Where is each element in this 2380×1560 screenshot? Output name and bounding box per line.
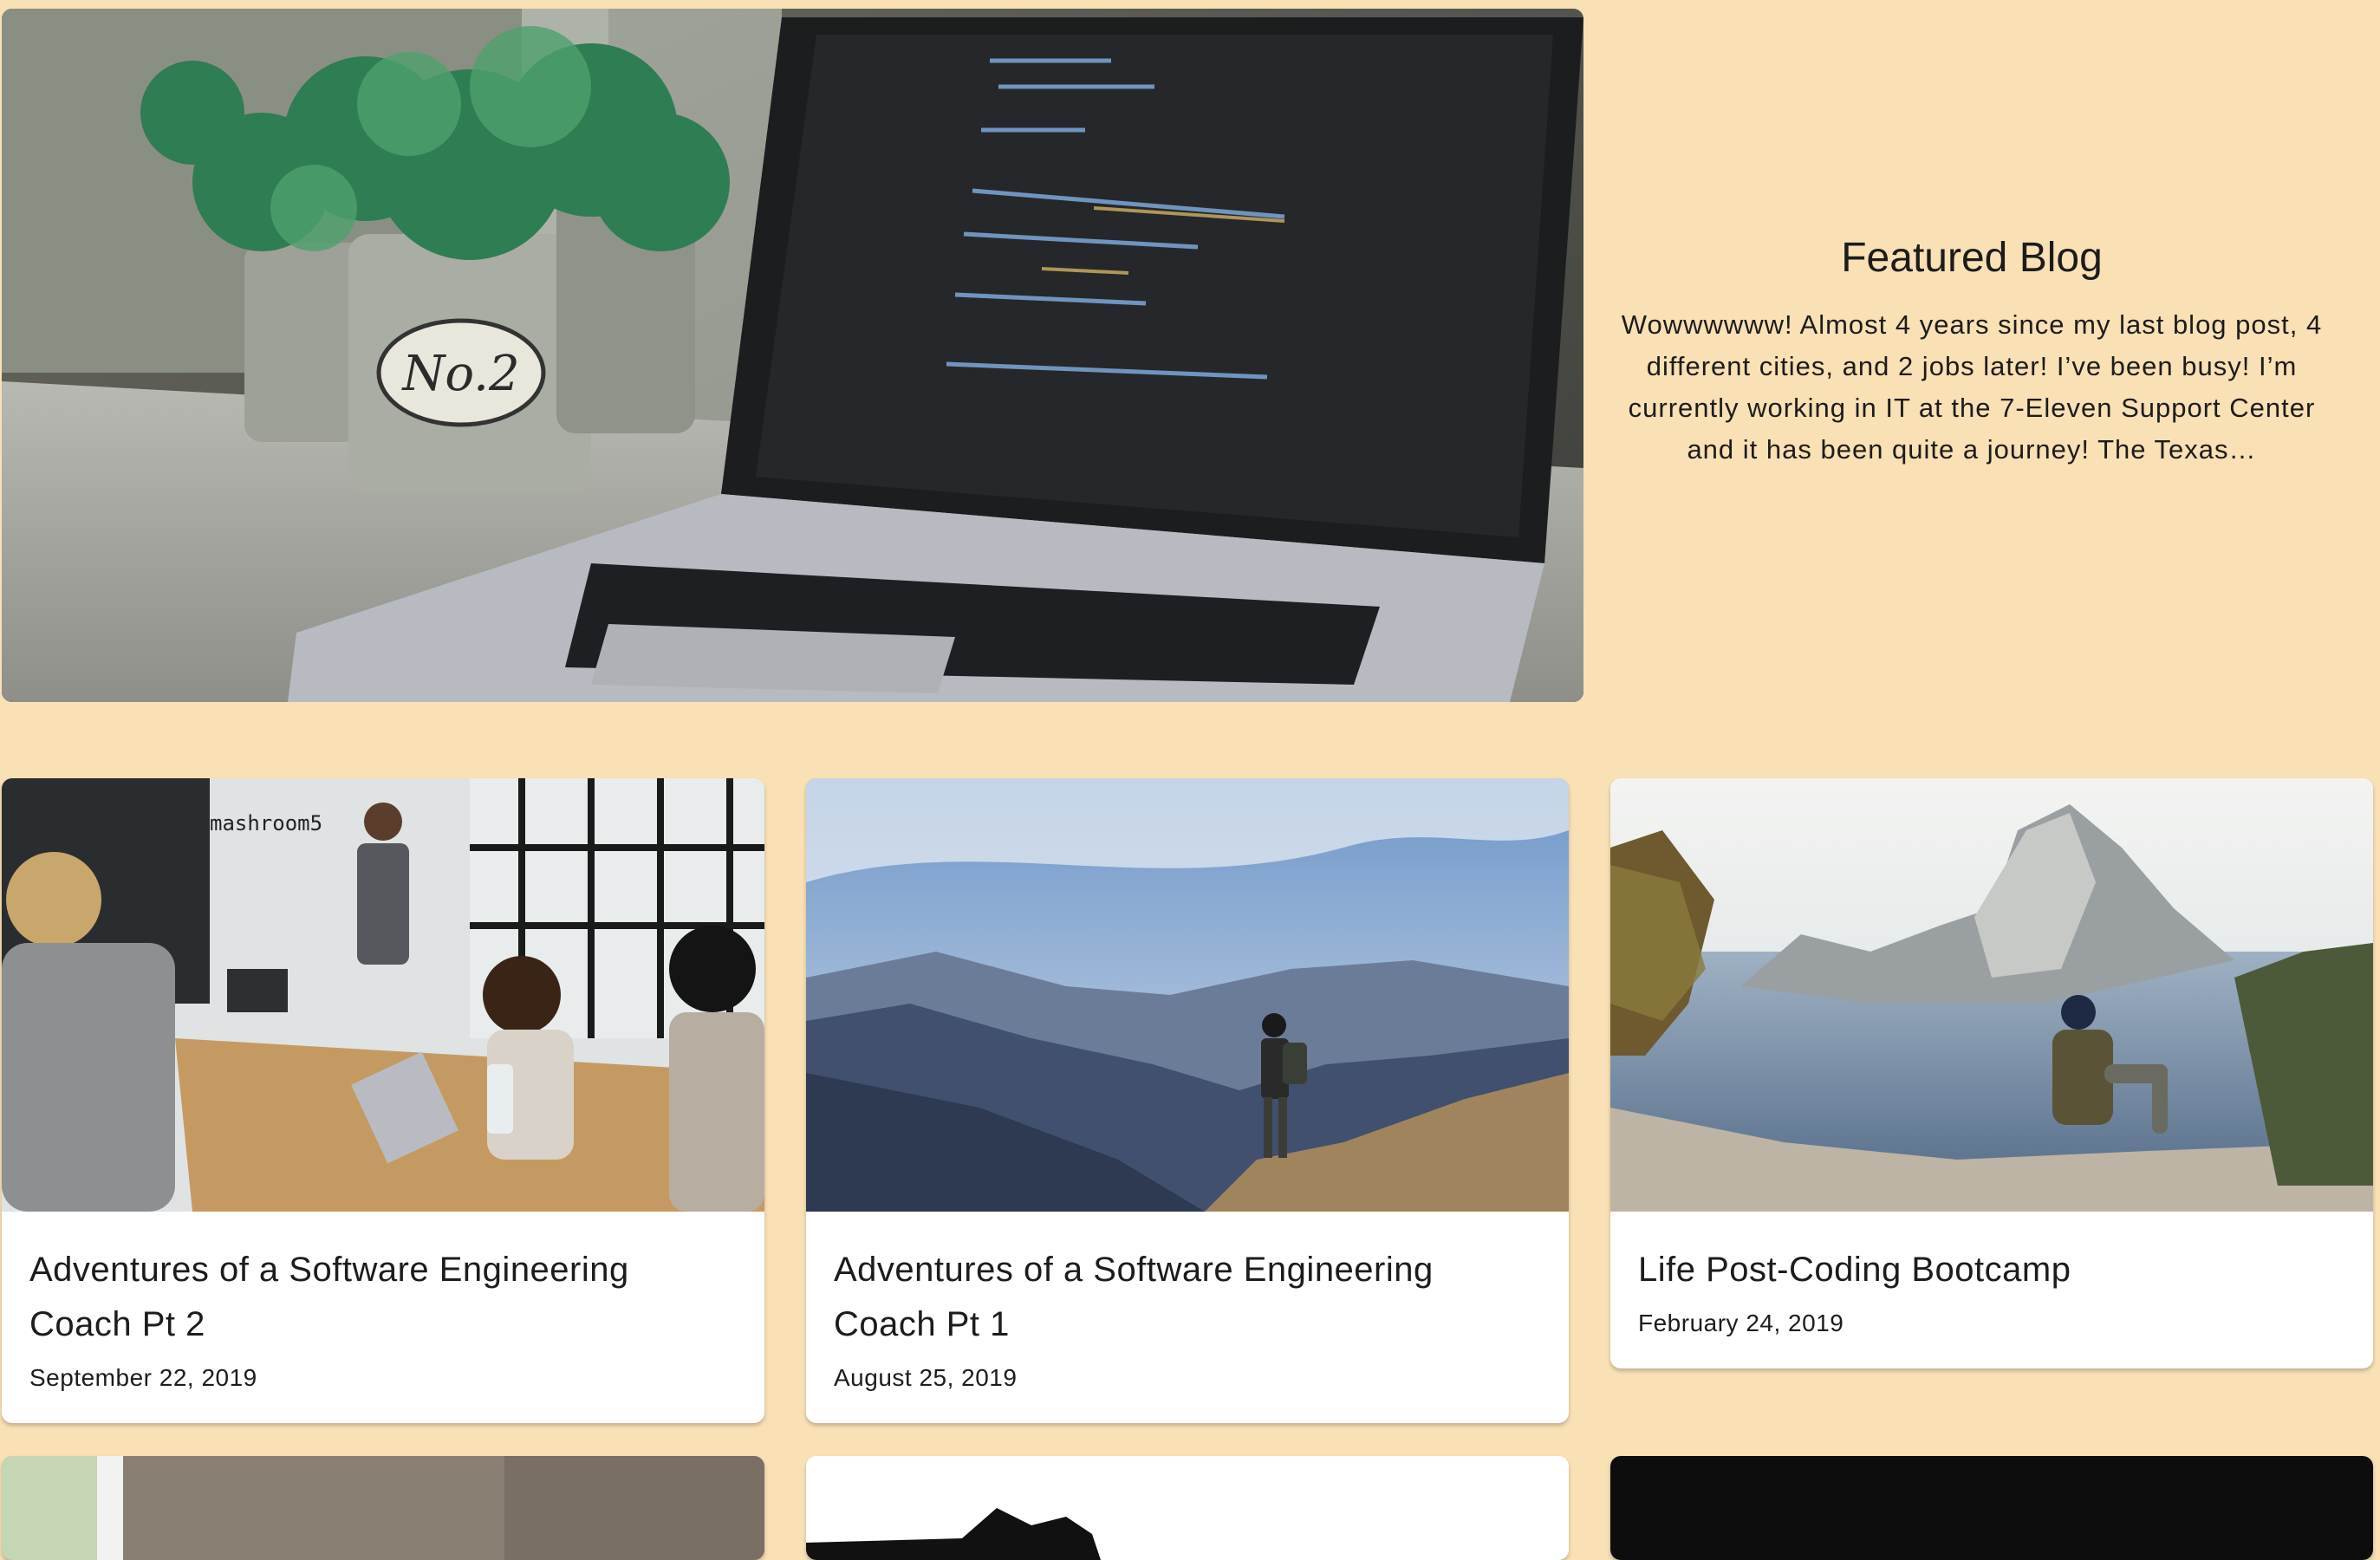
blog-card[interactable]: Adventures of a Software Engineering Coa… [806, 778, 1569, 1423]
blog-card-title[interactable]: Life Post-Coding Bootcamp [1638, 1243, 2345, 1297]
featured-blog-image[interactable]: No.2 [2, 9, 1583, 702]
featured-image-label: No.2 [400, 346, 519, 402]
blog-card-image[interactable] [806, 778, 1569, 1212]
blog-card-date: September 22, 2019 [29, 1364, 257, 1391]
blog-card-image[interactable]: mashroom5 [2, 778, 764, 1212]
blog-card-image[interactable] [1610, 1456, 2373, 1560]
blog-card-title[interactable]: Adventures of a Software Engineering Coa… [834, 1243, 1541, 1352]
blog-card-image[interactable] [2, 1456, 764, 1560]
blog-card-image[interactable] [806, 1456, 1569, 1560]
featured-blog-title[interactable]: Featured Blog [1612, 234, 2331, 282]
blog-card[interactable]: Life Post-Coding Bootcamp February 24, 2… [1610, 778, 2373, 1368]
blog-card-date: August 25, 2019 [834, 1364, 1018, 1391]
card-image-label: mashroom5 [210, 811, 322, 835]
blog-card[interactable]: mashroom5 Adventures of a Software Engin… [2, 778, 764, 1423]
featured-blog-section: Featured Blog Wowwwwww! Almost 4 years s… [1612, 234, 2331, 471]
blog-card[interactable] [1610, 1456, 2373, 1560]
blog-card[interactable] [806, 1456, 1569, 1560]
blog-card[interactable] [2, 1456, 764, 1560]
blog-card-date: February 24, 2019 [1638, 1310, 1844, 1336]
featured-blog-excerpt: Wowwwwww! Almost 4 years since my last b… [1621, 309, 2323, 465]
blog-card-image[interactable] [1610, 778, 2373, 1212]
blog-card-title[interactable]: Adventures of a Software Engineering Coa… [29, 1243, 737, 1352]
